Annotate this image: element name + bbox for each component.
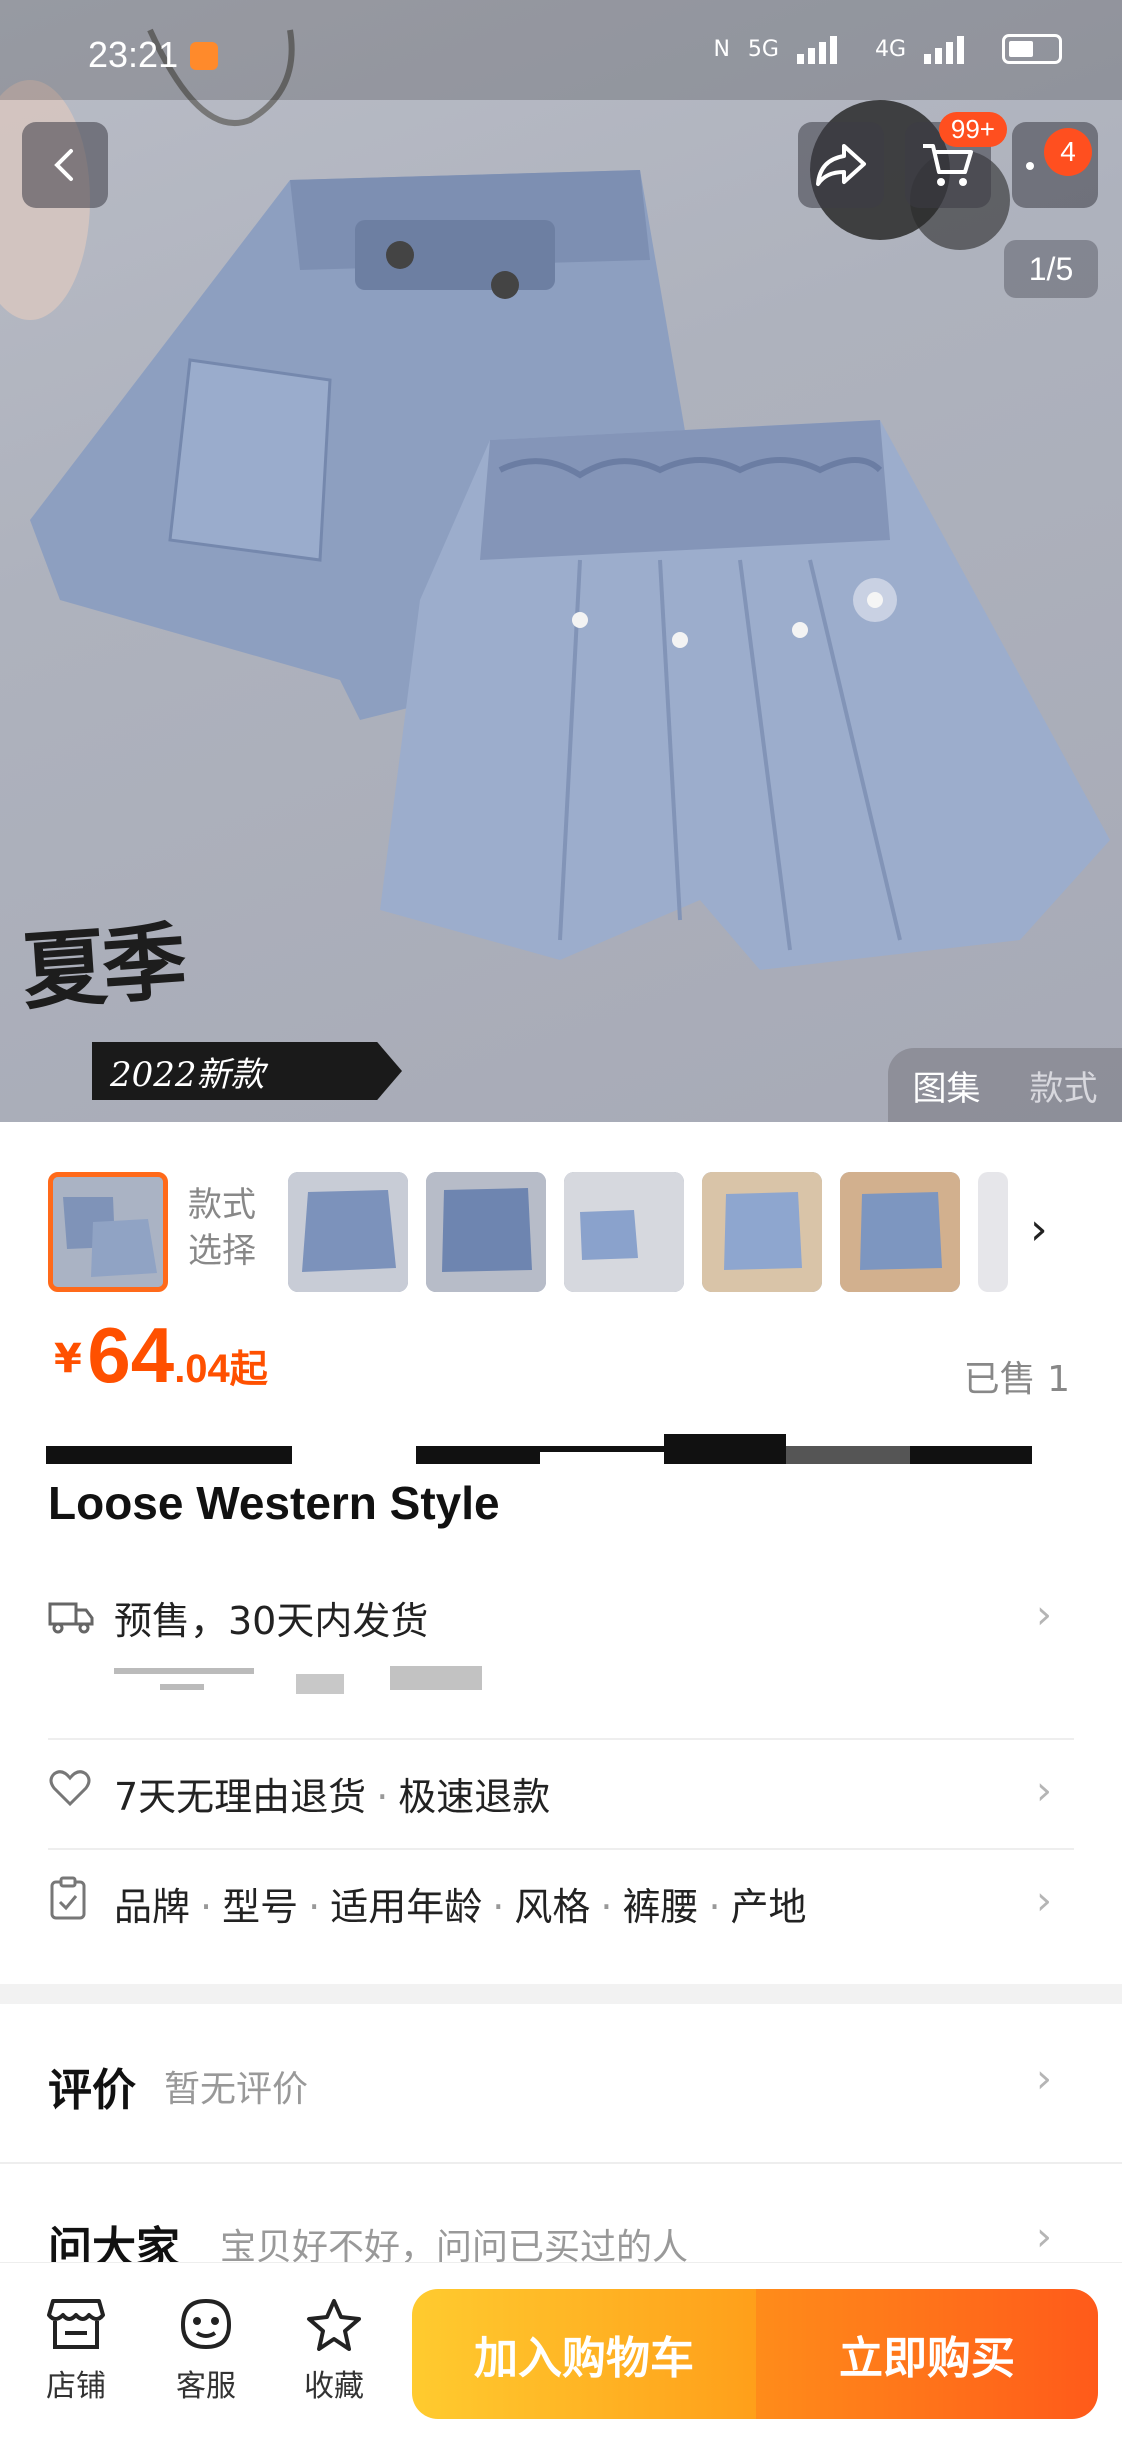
variant-select-label[interactable]: 款式 选择 — [188, 1182, 256, 1274]
param-item: 型号 — [222, 1885, 299, 1929]
favorite-label: 收藏 — [304, 2369, 364, 2404]
hero-overlay-year: 2022新款 — [92, 1042, 402, 1100]
price-integer: 64 — [87, 1311, 175, 1399]
variant-thumbnail[interactable] — [702, 1172, 822, 1292]
shipping-row[interactable]: 预售，30天内发货 › — [0, 1590, 1122, 1694]
price: ¥ 64.04起 — [54, 1310, 268, 1401]
variant-image — [288, 1172, 408, 1292]
variant-thumbnail-partial[interactable] — [978, 1172, 1008, 1292]
variant-thumbnail[interactable] — [564, 1172, 684, 1292]
section-gap — [0, 1984, 1122, 2004]
reviews-row[interactable]: 评价 暂无评价 › — [0, 2050, 1122, 2130]
param-item: 产地 — [730, 1885, 807, 1929]
image-page-indicator: 1/5 — [1004, 240, 1098, 298]
customer-service-icon — [180, 2298, 232, 2350]
chevron-right-icon[interactable]: › — [1030, 1204, 1048, 1255]
chevron-right-icon: › — [1036, 2214, 1052, 2260]
clipboard-icon — [48, 1876, 88, 1930]
shipping-text: 预售，30天内发货 — [114, 1599, 429, 1643]
store-label: 店铺 — [46, 2369, 106, 2404]
status-time: 23:21 — [88, 34, 179, 75]
buy-now-button[interactable]: 立即购买 — [756, 2289, 1098, 2419]
divider — [0, 2162, 1122, 2164]
gallery-tabs: 图集 款式 — [888, 1048, 1122, 1122]
price-currency: ¥ — [54, 1336, 82, 1382]
hero-overlay-title: 夏季 — [19, 911, 186, 1022]
service-item: 极速退款 — [398, 1775, 551, 1819]
favorite-button[interactable]: 收藏 — [284, 2297, 384, 2405]
cart-icon — [923, 144, 973, 186]
back-button[interactable] — [22, 122, 108, 208]
chevron-right-icon: › — [1036, 1878, 1052, 1924]
nfc-icon: N — [713, 36, 730, 62]
variant-thumbnail[interactable] — [840, 1172, 960, 1292]
product-image-gallery[interactable]: 23:21 N 5G 4G 99+ 4 1/5 夏季 2022新款 图集 款式 — [0, 0, 1122, 1122]
store-icon — [47, 2299, 105, 2349]
tab-gallery[interactable]: 图集 — [913, 1061, 981, 1110]
product-title: Loose Western Style — [48, 1477, 500, 1529]
variant-image — [840, 1172, 960, 1292]
add-to-cart-button[interactable]: 加入购物车 — [412, 2289, 756, 2419]
service-guarantee-row[interactable]: 7天无理由退货 · 极速退款 › — [0, 1762, 1122, 1832]
chevron-right-icon: › — [1036, 1592, 1052, 1638]
divider — [48, 1738, 1074, 1740]
share-icon — [816, 144, 866, 186]
variant-image — [564, 1172, 684, 1292]
variant-image — [53, 1177, 163, 1287]
status-icons: N 5G 4G — [713, 34, 1062, 64]
variant-thumbnail[interactable] — [426, 1172, 546, 1292]
reviews-title: 评价 — [48, 2065, 136, 2116]
reviews-subtitle: 暂无评价 — [164, 2069, 309, 2110]
tab-styles[interactable]: 款式 — [1030, 1061, 1098, 1110]
battery-icon — [1002, 34, 1062, 64]
variant-label-line1: 款式 — [188, 1185, 256, 1225]
service-item: 7天无理由退货 — [114, 1775, 367, 1819]
variant-label-line2: 选择 — [188, 1231, 256, 1271]
param-item: 品牌 — [114, 1885, 191, 1929]
notification-icon — [190, 42, 218, 70]
network-5g-label: 5G — [747, 36, 779, 62]
variant-image — [426, 1172, 546, 1292]
customer-service-button[interactable]: 客服 — [156, 2297, 256, 2405]
share-button[interactable] — [798, 122, 884, 208]
cart-button[interactable]: 99+ — [905, 112, 1007, 208]
variant-thumbnails: 款式 选择 › — [0, 1160, 1122, 1300]
signal-icon-2 — [924, 34, 984, 64]
star-icon — [307, 2299, 361, 2351]
chevron-right-icon: › — [1036, 2056, 1052, 2102]
product-params-row[interactable]: 品牌 · 型号 · 适用年龄 · 风格 · 裤腰 · 产地 › — [0, 1872, 1122, 1942]
sold-count: 已售 1 — [963, 1359, 1070, 1400]
price-decimal: .04 — [174, 1347, 230, 1391]
chevron-right-icon: › — [1036, 1768, 1052, 1814]
service-text: 7天无理由退货 · 极速退款 — [114, 1775, 551, 1819]
cart-count-badge: 99+ — [938, 112, 1007, 147]
chevron-left-icon — [54, 149, 73, 181]
params-text: 品牌 · 型号 · 适用年龄 · 风格 · 裤腰 · 产地 — [114, 1885, 807, 1929]
truck-icon — [48, 1596, 94, 1646]
status-bar: 23:21 N 5G 4G — [0, 0, 1122, 100]
network-4g-label: 4G — [874, 36, 906, 62]
heart-icon — [48, 1768, 92, 1818]
customer-service-label: 客服 — [176, 2369, 236, 2404]
more-button[interactable]: 4 — [1012, 122, 1098, 208]
bottom-action-bar: 店铺 客服 收藏 加入购物车 立即购买 — [0, 2262, 1122, 2442]
variant-thumbnail[interactable] — [48, 1172, 168, 1292]
store-button[interactable]: 店铺 — [26, 2297, 126, 2405]
param-item: 适用年龄 — [330, 1885, 483, 1929]
message-count-badge: 4 — [1044, 128, 1092, 176]
variant-thumbnail[interactable] — [288, 1172, 408, 1292]
price-suffix: 起 — [229, 1347, 268, 1391]
divider — [48, 1848, 1074, 1850]
param-item: 裤腰 — [622, 1885, 699, 1929]
variant-image — [702, 1172, 822, 1292]
signal-icon — [796, 34, 857, 64]
param-item: 风格 — [514, 1885, 591, 1929]
more-dots-icon — [1026, 162, 1034, 170]
